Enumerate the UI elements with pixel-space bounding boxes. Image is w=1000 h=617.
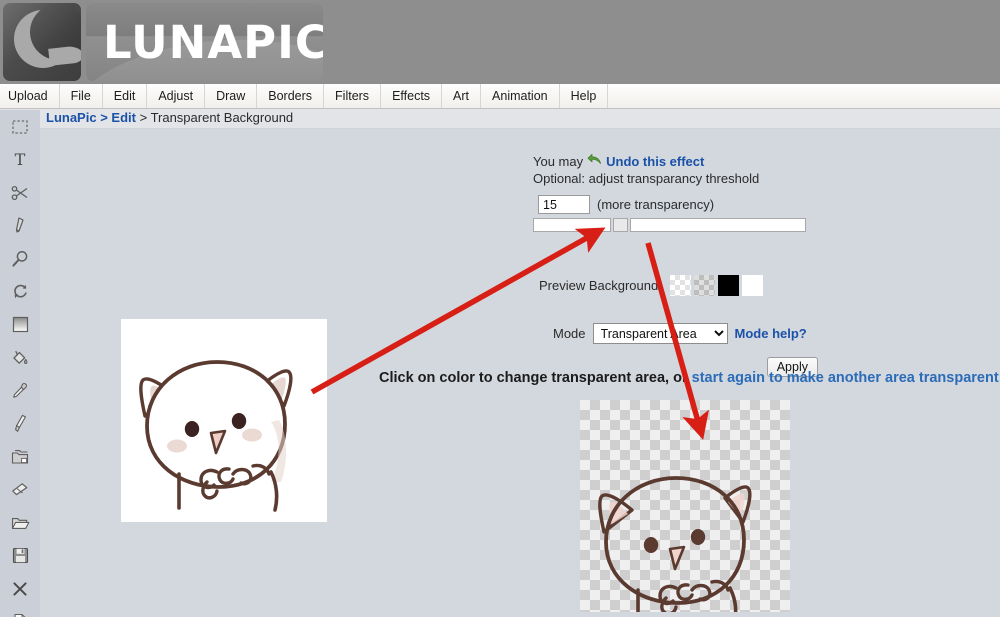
preview-background-row: Preview Background:	[533, 275, 833, 296]
app-header: LUNAPIC	[0, 0, 1000, 84]
breadcrumb-link-lunapic[interactable]: LunaPic	[46, 110, 97, 125]
optional-threshold-label: Optional: adjust transparancy threshold	[533, 171, 760, 186]
text-tool-icon[interactable]: T	[0, 143, 40, 176]
logo-text-panel: LUNAPIC	[86, 3, 323, 81]
breadcrumb-link-edit[interactable]: Edit	[111, 110, 136, 125]
more-transparency-label: (more transparency)	[597, 197, 715, 212]
swatch-checker-light[interactable]	[669, 275, 691, 296]
paintbrush-icon[interactable]	[0, 407, 40, 440]
threshold-input[interactable]	[538, 195, 590, 214]
magnifier-zoom-icon[interactable]	[0, 242, 40, 275]
menu-item-adjust[interactable]: Adjust	[147, 84, 206, 108]
breadcrumb-bar: LunaPic > Edit > Transparent Background	[0, 109, 1000, 129]
eyedropper-icon[interactable]	[0, 374, 40, 407]
instruction-text: Click on color to change transparent are…	[379, 370, 999, 386]
rotate-icon[interactable]	[0, 275, 40, 308]
close-x-icon[interactable]	[0, 572, 40, 605]
slider-thumb[interactable]	[613, 218, 628, 232]
threshold-slider[interactable]	[533, 218, 806, 233]
slider-track-empty[interactable]	[630, 218, 806, 232]
pencil-icon[interactable]	[0, 209, 40, 242]
open-folder-icon[interactable]	[0, 506, 40, 539]
swatch-white[interactable]	[741, 275, 763, 296]
mode-label: Mode	[553, 326, 586, 341]
tools-sidebar: T	[0, 110, 40, 617]
undo-this-effect-link[interactable]: Undo this effect	[606, 154, 704, 169]
menu-item-borders[interactable]: Borders	[257, 84, 325, 108]
menu-item-filters[interactable]: Filters	[324, 84, 382, 108]
original-image[interactable]	[121, 319, 327, 522]
menu-item-file[interactable]: File	[60, 84, 103, 108]
menu-item-edit[interactable]: Edit	[103, 84, 148, 108]
menu-item-help[interactable]: Help	[560, 84, 609, 108]
crescent-moon-icon	[3, 3, 81, 81]
paint-bucket-icon[interactable]	[0, 341, 40, 374]
breadcrumb: LunaPic > Edit > Transparent Background	[46, 110, 293, 125]
main-menu-bar: Upload File Edit Adjust Draw Borders Fil…	[0, 84, 1000, 109]
menu-item-upload[interactable]: Upload	[0, 84, 60, 108]
scissors-crop-icon[interactable]	[0, 176, 40, 209]
menu-bar-filler	[608, 84, 1000, 108]
swatch-checker-gray[interactable]	[693, 275, 715, 296]
folder-stack-icon[interactable]	[0, 440, 40, 473]
breadcrumb-separator-1: >	[96, 110, 112, 125]
you-may-label: You may	[533, 153, 584, 169]
breadcrumb-separator-2: >	[135, 110, 151, 125]
mode-help-link[interactable]: Mode help?	[735, 326, 807, 341]
undo-arrow-icon	[587, 153, 602, 169]
eraser-icon[interactable]	[0, 473, 40, 506]
undo-line: You may Undo this effect	[533, 153, 833, 169]
slider-track-filled[interactable]	[533, 218, 611, 232]
mode-row: Mode Transparent Area Mode help?	[533, 323, 833, 344]
svg-text:T: T	[15, 151, 26, 168]
marquee-select-icon[interactable]	[0, 110, 40, 143]
transparency-control-panel: You may Undo this effect Optional: adjus…	[533, 153, 833, 377]
mode-select[interactable]: Transparent Area	[592, 323, 728, 344]
menu-item-effects[interactable]: Effects	[381, 84, 443, 108]
document-icon[interactable]	[0, 605, 40, 617]
preview-background-label: Preview Background:	[539, 278, 662, 293]
threshold-row: (more transparency)	[533, 195, 833, 214]
menu-item-draw[interactable]: Draw	[205, 84, 258, 108]
start-again-link[interactable]: start again to make another area transpa…	[692, 370, 999, 386]
breadcrumb-current-page: Transparent Background	[150, 110, 294, 125]
lunapic-logo[interactable]: LUNAPIC	[3, 3, 323, 81]
result-image-transparent[interactable]	[580, 400, 790, 612]
preview-background-swatches	[669, 275, 763, 296]
instruction-static-text: Click on color to change transparent are…	[379, 370, 692, 386]
gradient-icon[interactable]	[0, 308, 40, 341]
logo-wordmark: LUNAPIC	[103, 15, 323, 69]
menu-item-animation[interactable]: Animation	[481, 84, 560, 108]
swatch-black[interactable]	[717, 275, 739, 296]
menu-item-art[interactable]: Art	[442, 84, 482, 108]
save-floppy-icon[interactable]	[0, 539, 40, 572]
